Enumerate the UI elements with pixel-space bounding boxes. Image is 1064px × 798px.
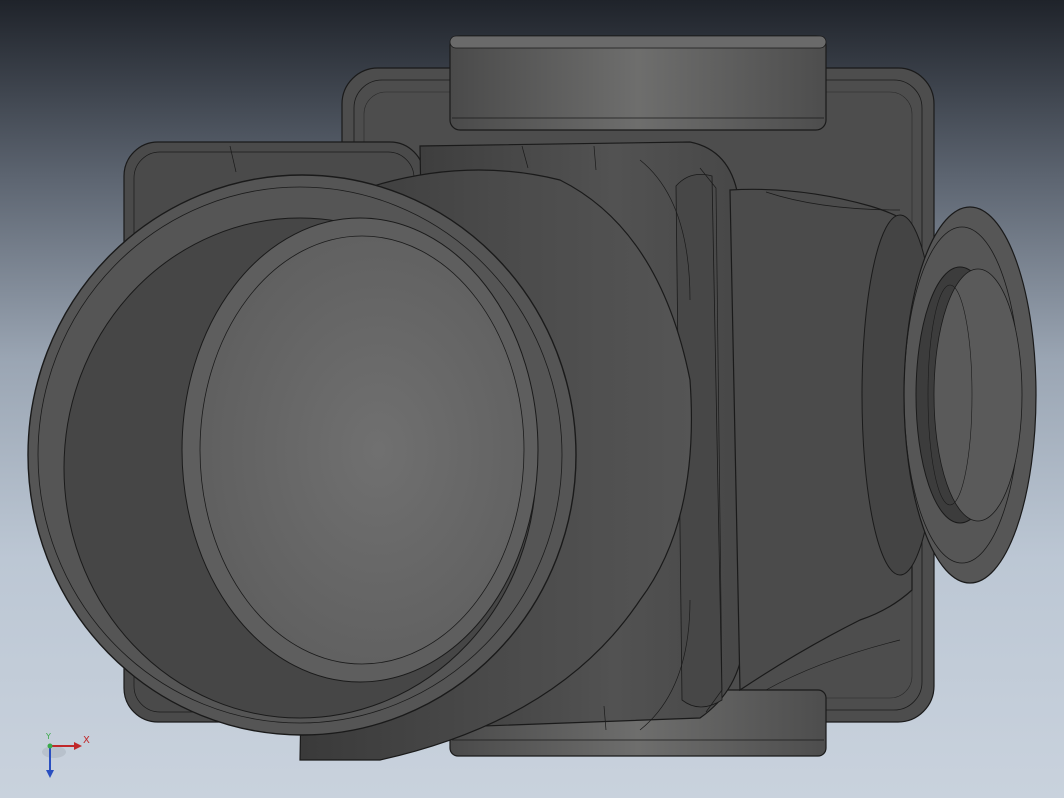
graphics-viewport[interactable]: X Y xyxy=(0,0,1064,798)
triad-x-arrow xyxy=(74,742,82,750)
triad-y-label: Y xyxy=(46,732,51,741)
triad-x-label: X xyxy=(83,735,90,746)
coordinate-triad: X Y xyxy=(40,730,110,790)
top-boss xyxy=(449,35,827,131)
triad-z-arrow xyxy=(46,770,54,778)
valve-body-model[interactable] xyxy=(0,0,1064,798)
triad-origin-shadow xyxy=(42,746,66,758)
right-side-port xyxy=(861,206,1037,584)
triad-origin xyxy=(47,743,53,749)
